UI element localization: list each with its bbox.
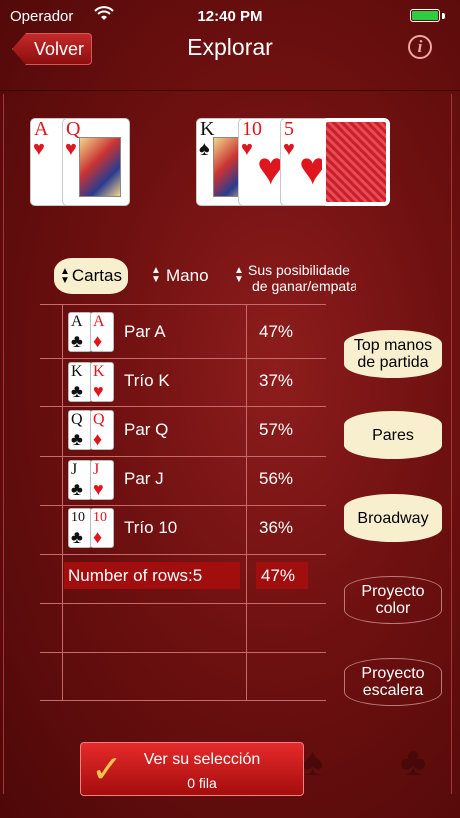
straight-draw-button[interactable]: Proyecto escalera xyxy=(344,658,442,706)
win-percentage: 37% xyxy=(259,371,294,390)
hand-name: Par Q xyxy=(124,420,169,439)
hand-name: Trío K xyxy=(124,371,170,390)
card-rank: Q xyxy=(66,118,81,140)
queen-face-art xyxy=(79,137,121,197)
frame-border-right xyxy=(451,94,452,794)
card-back[interactable] xyxy=(322,118,390,206)
club-icon: ♣ xyxy=(400,740,427,784)
card-rank: 5 xyxy=(284,118,294,140)
heart-icon: ♥ xyxy=(33,138,45,160)
flush-draw-button[interactable]: Proyecto color xyxy=(344,576,442,624)
win-percentage: 56% xyxy=(259,469,294,488)
sort-arrows-icon[interactable]: ▲ ▼ xyxy=(234,266,244,285)
row-card: J ♥ xyxy=(90,460,114,500)
heart-icon: ♥ xyxy=(241,138,253,160)
win-percentage: 57% xyxy=(259,420,294,439)
navigation-bar: Volver Explorar i xyxy=(0,33,460,91)
sort-arrows-icon[interactable]: ▲ ▼ xyxy=(151,266,161,285)
clock: 12:40 PM xyxy=(197,8,263,25)
info-icon[interactable]: i xyxy=(408,35,432,59)
row-card: Q ♦ xyxy=(90,410,114,450)
sort-label: Cartas xyxy=(71,266,122,285)
row-card: A ♦ xyxy=(90,312,114,352)
hand-name: Par A xyxy=(124,322,166,341)
view-selection-button[interactable]: ✓ Ver su selección 0 fila xyxy=(80,742,304,796)
view-selection-label: Ver su selección xyxy=(143,751,261,768)
row-card: K ♥ xyxy=(90,362,114,402)
card-rank: 10 xyxy=(242,118,262,140)
status-bar: Operador 12:40 PM xyxy=(0,0,460,34)
hand-name: Par J xyxy=(124,469,164,488)
heart-icon: ♥ xyxy=(65,138,77,160)
heart-icon: ♥ xyxy=(283,138,295,160)
hand-name: Trío 10 xyxy=(124,518,178,537)
average-percentage: 47% xyxy=(261,566,296,585)
broadway-button[interactable]: Broadway xyxy=(344,494,442,542)
card-rank: K xyxy=(200,118,215,140)
row-card: 10 ♣ xyxy=(68,508,92,548)
pairs-button[interactable]: Pares xyxy=(344,411,442,459)
sort-by-mano-button[interactable]: Mano xyxy=(166,266,209,286)
sort-by-posibilidades-button[interactable]: Sus posibilidade xyxy=(248,262,356,278)
row-card: J ♣ xyxy=(68,460,92,500)
frame-border-left xyxy=(3,94,4,794)
sort-arrows-icon: ▲ ▼ xyxy=(60,266,70,286)
row-card: 10 ♦ xyxy=(90,508,114,548)
spade-icon: ♠ xyxy=(199,138,210,160)
battery-icon xyxy=(410,9,440,22)
spade-icon: ♠ xyxy=(302,740,324,784)
row-count-label: Number of rows:5 xyxy=(68,566,203,585)
card[interactable]: Q ♥ xyxy=(62,118,130,206)
row-card: K ♣ xyxy=(68,362,92,402)
page-title: Explorar xyxy=(187,34,273,60)
win-percentage: 47% xyxy=(259,322,294,341)
sort-by-cartas-button[interactable]: ▲ ▼ Cartas xyxy=(54,258,128,294)
top-starting-hands-button[interactable]: Top manos de partida xyxy=(344,330,442,378)
row-card: A ♣ xyxy=(68,312,92,352)
battery-tip xyxy=(442,13,445,19)
card-rank: A xyxy=(34,118,49,140)
selection-count: 0 fila xyxy=(187,775,217,791)
sort-by-posibilidades-line2[interactable]: de ganar/empata xyxy=(252,278,356,294)
win-percentage: 36% xyxy=(259,518,294,537)
row-card: Q ♣ xyxy=(68,410,92,450)
